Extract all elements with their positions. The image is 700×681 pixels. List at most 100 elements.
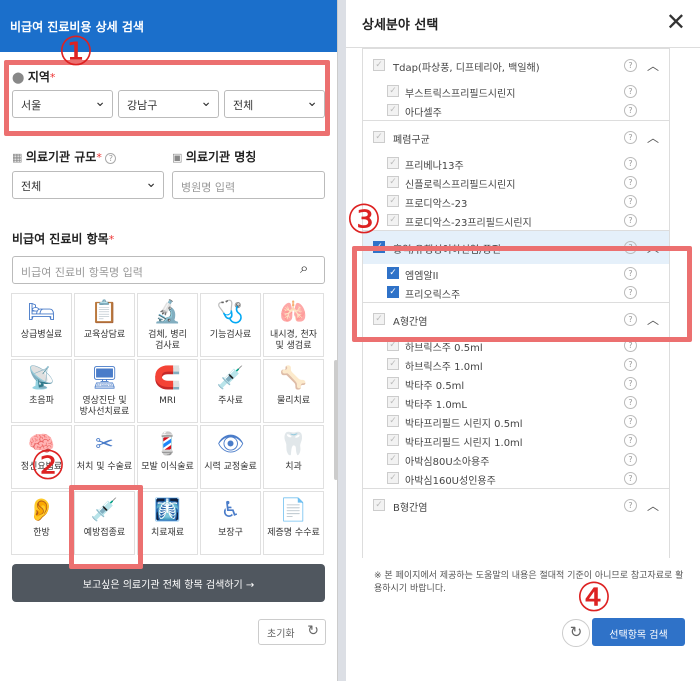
reset-button[interactable]: 초기화 ↻: [258, 619, 326, 645]
checkbox[interactable]: ✓: [373, 59, 385, 71]
category-cell[interactable]: 🧲 MRI: [137, 359, 198, 423]
item-row[interactable]: ✓ 프리베나13주?: [363, 154, 669, 173]
item-row[interactable]: ✓ 아박심80U소아용주?: [363, 450, 669, 469]
item-row[interactable]: ✓ 신플로릭스프리필드시린지?: [363, 173, 669, 192]
help-icon[interactable]: ?: [624, 434, 637, 447]
left-header-title: 비급여 진료비용 상세 검색: [0, 0, 337, 52]
category-cell[interactable]: 👁 시력 교정술료: [200, 425, 261, 489]
category-icon: 🧲: [153, 366, 182, 391]
item-row[interactable]: ✓ 하브릭스주 1.0ml?: [363, 355, 669, 374]
checkbox[interactable]: ✓: [387, 104, 399, 116]
category-cell[interactable]: ✂ 처치 및 수술료: [74, 425, 135, 489]
category-cell[interactable]: 🩻 치료재료: [137, 491, 198, 555]
annotation-box-2: [69, 485, 143, 569]
search-selected-button[interactable]: 선택항목 검색: [592, 618, 685, 646]
checkbox[interactable]: ✓: [387, 377, 399, 389]
category-cell[interactable]: 🦷 치과: [263, 425, 324, 489]
item-row[interactable]: ✓ 박타주 0.5ml?: [363, 374, 669, 393]
building-icon: ▦: [12, 151, 23, 164]
category-cell[interactable]: 📋 교육상담료: [74, 293, 135, 357]
help-icon[interactable]: ?: [624, 453, 637, 466]
category-icon: 📡: [27, 366, 56, 391]
row-label: Tdap(파상풍, 디프테리아, 백일해): [393, 63, 540, 74]
row-label: 박타프리필드 시린지 1.0ml: [405, 438, 523, 449]
item-row[interactable]: ✓ 프로디악스-23프리필드시린지?: [363, 211, 669, 230]
checkbox[interactable]: ✓: [387, 415, 399, 427]
item-search-input[interactable]: 비급여 진료비 항목명 입력: [12, 256, 325, 284]
group-row[interactable]: ✓ B형간염? ︿: [363, 488, 669, 522]
category-cell[interactable]: 🖥 영상진단 및 방사선치료료: [74, 359, 135, 423]
help-icon[interactable]: ?: [624, 472, 637, 485]
category-cell[interactable]: 💉 주사료: [200, 359, 261, 423]
checkbox[interactable]: ✓: [387, 157, 399, 169]
search-icon[interactable]: ⌕: [300, 259, 308, 277]
checkbox[interactable]: ✓: [373, 131, 385, 143]
help-icon[interactable]: ?: [624, 104, 637, 117]
chevron-up-icon[interactable]: ︿: [647, 497, 659, 514]
help-icon[interactable]: ?: [624, 157, 637, 170]
group-row[interactable]: ✓ 폐렴구균? ︿: [363, 120, 669, 154]
help-icon[interactable]: ?: [624, 499, 637, 512]
help-icon[interactable]: ?: [624, 59, 637, 72]
checkbox[interactable]: ✓: [373, 499, 385, 511]
category-label: 기능검사료: [209, 330, 252, 340]
item-row[interactable]: ✓ 박타프리필드 시린지 0.5ml?: [363, 412, 669, 431]
help-icon[interactable]: ?: [624, 176, 637, 189]
item-row[interactable]: ✓ 아다셀주?: [363, 101, 669, 120]
item-row[interactable]: ✓ 박타프리필드 시린지 1.0ml?: [363, 431, 669, 450]
checkbox[interactable]: ✓: [387, 358, 399, 370]
refresh-button[interactable]: ↻: [562, 619, 590, 647]
checkbox[interactable]: ✓: [387, 85, 399, 97]
checkbox[interactable]: ✓: [387, 195, 399, 207]
help-icon[interactable]: ?: [624, 195, 637, 208]
chevron-up-icon[interactable]: ︿: [647, 57, 659, 74]
category-label: 초음파: [29, 396, 54, 406]
checkbox[interactable]: ✓: [387, 472, 399, 484]
category-cell[interactable]: 🦴 물리치료: [263, 359, 324, 423]
checkbox[interactable]: ✓: [387, 176, 399, 188]
row-label: 프리베나13주: [405, 161, 464, 172]
category-cell[interactable]: ♿ 보장구: [200, 491, 261, 555]
help-icon[interactable]: ?: [624, 377, 637, 390]
scrollbar[interactable]: [334, 360, 338, 480]
checkbox[interactable]: ✓: [387, 434, 399, 446]
help-icon[interactable]: ?: [624, 131, 637, 144]
item-row[interactable]: ✓ 프로디악스-23?: [363, 192, 669, 211]
item-row[interactable]: ✓ 박타주 1.0mL?: [363, 393, 669, 412]
row-label: 하브릭스주 1.0ml: [405, 362, 483, 373]
scale-select[interactable]: 전체 ⌄: [12, 171, 164, 199]
name-label: ▣ 의료기관 명칭: [172, 150, 257, 164]
category-cell[interactable]: 📄 제증명 수수료: [263, 491, 324, 555]
category-cell[interactable]: 🛏 상급병실료: [11, 293, 72, 357]
category-cell[interactable]: 🔬 검체, 병리 검사료: [137, 293, 198, 357]
help-icon[interactable]: ?: [624, 85, 637, 98]
help-icon[interactable]: ?: [624, 358, 637, 371]
category-cell[interactable]: 👂 한방: [11, 491, 72, 555]
checkbox[interactable]: ✓: [387, 214, 399, 226]
help-icon[interactable]: ?: [624, 415, 637, 428]
category-icon: 🩻: [153, 498, 182, 523]
category-cell[interactable]: 💈 모발 이식술료: [137, 425, 198, 489]
category-icon: 🫁: [279, 300, 308, 325]
checkbox[interactable]: ✓: [387, 453, 399, 465]
annotation-4: ④: [576, 575, 612, 621]
category-label: 상급병실료: [20, 330, 63, 340]
hospital-name-input[interactable]: 병원명 입력: [172, 171, 325, 199]
annotation-2: ②: [30, 443, 66, 489]
category-icon: 💉: [216, 366, 245, 391]
chevron-up-icon[interactable]: ︿: [647, 129, 659, 146]
category-icon: 🛏: [27, 300, 56, 325]
group-row[interactable]: ✓ Tdap(파상풍, 디프테리아, 백일해)? ︿: [363, 48, 669, 82]
category-cell[interactable]: 🫁 내시경, 천자 및 생검료: [263, 293, 324, 357]
checkbox[interactable]: ✓: [387, 396, 399, 408]
close-icon[interactable]: ✕: [666, 8, 686, 36]
browse-all-button[interactable]: 보고싶은 의료기관 전체 항목 검색하기 →: [12, 564, 325, 602]
chevron-down-icon: ⌄: [145, 175, 157, 191]
row-label: 신플로릭스프리필드시린지: [405, 180, 516, 191]
category-cell[interactable]: 📡 초음파: [11, 359, 72, 423]
category-cell[interactable]: 🩺 기능검사료: [200, 293, 261, 357]
item-row[interactable]: ✓ 부스트릭스프리필드시린지?: [363, 82, 669, 101]
help-icon[interactable]: ?: [624, 396, 637, 409]
help-icon[interactable]: ?: [624, 214, 637, 227]
item-row[interactable]: ✓ 아박심160U성인용주?: [363, 469, 669, 488]
